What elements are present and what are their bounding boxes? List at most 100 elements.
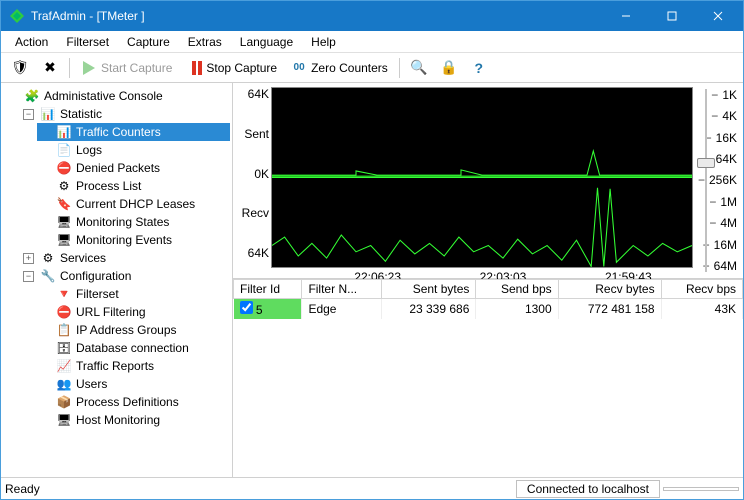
tree-configuration[interactable]: − 🔧 Configuration [21,267,230,285]
slider-tick: 4K [722,109,737,123]
col-send-bps[interactable]: Send bps [476,280,558,299]
close-button[interactable] [695,1,741,31]
tree-item[interactable]: 🖥Monitoring States [37,213,230,231]
titlebar[interactable]: TrafAdmin - [TMeter ] [1,1,743,31]
cell-sent-bytes: 23 339 686 [382,299,476,320]
tree-item[interactable]: ⛔Denied Packets [37,159,230,177]
network-x-icon: ✖ [42,60,58,76]
start-capture-button[interactable]: Start Capture [76,57,177,79]
tree-root[interactable]: 🧩 Administative Console [5,87,230,105]
row-checkbox[interactable] [240,301,253,314]
tree-item-label: Logs [76,143,102,157]
window-title: TrafAdmin - [TMeter ] [31,9,603,23]
menu-capture[interactable]: Capture [119,33,178,51]
chart-midline [272,177,692,178]
toolbar-divider [69,58,70,78]
toolbar-search-button[interactable]: 🔍 [406,57,432,79]
tree-item-icon: 🖥 [56,214,72,230]
tree-item-icon: 📊 [56,124,72,140]
tree-statistic[interactable]: − 📊 Statistic [21,105,230,123]
tree-item[interactable]: 🗄Database connection [37,339,230,357]
collapse-icon[interactable]: − [23,109,34,120]
play-icon [81,60,97,76]
tree-configuration-label: Configuration [60,269,131,283]
minimize-button[interactable] [603,1,649,31]
start-capture-label: Start Capture [101,61,172,75]
tree-item[interactable]: ⛔URL Filtering [37,303,230,321]
col-filter-id[interactable]: Filter Id [234,280,302,299]
col-filter-name[interactable]: Filter N... [302,280,382,299]
menubar: Action Filterset Capture Extras Language… [1,31,743,53]
cell-recv-bps: 43K [661,299,742,320]
table-row[interactable]: 5Edge23 339 6861300772 481 15843K [234,299,743,320]
cell-send-bps: 1300 [476,299,558,320]
tree-item-label: Host Monitoring [76,413,160,427]
y-sent-label: Sent [244,127,269,141]
tree-item-label: Process List [76,179,141,193]
tree-item[interactable]: 🖥Monitoring Events [37,231,230,249]
tree-item[interactable]: 📄Logs [37,141,230,159]
scale-slider[interactable]: 1K 4K 16K 64K 256K 1M 4M 16M 64M [697,83,743,278]
zero-icon [291,60,307,76]
console-icon: 🧩 [24,88,40,104]
col-sent-bytes[interactable]: Sent bytes [382,280,476,299]
toolbar-divider [399,58,400,78]
maximize-button[interactable] [649,1,695,31]
collapse-icon[interactable]: − [23,271,34,282]
stop-capture-button[interactable]: Stop Capture [181,57,282,79]
tree-item-label: Users [76,377,107,391]
expand-icon[interactable]: + [23,253,34,264]
tree-item[interactable]: 🖥Host Monitoring [37,411,230,429]
tree-item-icon: ⛔ [56,304,72,320]
toolbar-icon-1[interactable]: 🛡 [7,57,33,79]
chart-area: 64K Sent 0K Recv 64K [233,83,743,279]
y-axis-labels: 64K Sent 0K Recv 64K [233,83,271,278]
tree-item-icon: 📋 [56,322,72,338]
tree-services[interactable]: + ⚙ Services [21,249,230,267]
menu-filterset[interactable]: Filterset [58,33,117,51]
tree-item[interactable]: ⚙Process List [37,177,230,195]
traffic-chart[interactable] [271,87,693,268]
toolbar-icon-2[interactable]: ✖ [37,57,63,79]
tree-item-label: Traffic Reports [76,359,154,373]
slider-tick: 256K [709,173,737,187]
tree-root-label: Administative Console [44,89,163,103]
right-pane: 64K Sent 0K Recv 64K [233,83,743,477]
tree-services-label: Services [60,251,106,265]
slider-tick: 64K [716,152,737,166]
menu-action[interactable]: Action [7,33,56,51]
toolbar: 🛡 ✖ Start Capture Stop Capture Zero Coun… [1,53,743,83]
zero-counters-button[interactable]: Zero Counters [286,57,393,79]
tree-item-icon: 👥 [56,376,72,392]
col-recv-bytes[interactable]: Recv bytes [558,280,661,299]
col-recv-bps[interactable]: Recv bps [661,280,742,299]
tree-item[interactable]: 📋IP Address Groups [37,321,230,339]
tree-item-label: Monitoring Events [76,233,172,247]
nav-tree[interactable]: 🧩 Administative Console − 📊 Statistic 📊 T… [1,83,233,477]
help-icon: ? [471,60,487,76]
counters-table-wrap[interactable]: Filter Id Filter N... Sent bytes Send bp… [233,279,743,477]
tree-item[interactable]: 📊 Traffic Counters [37,123,230,141]
slider-tick: 1K [722,88,737,102]
slider-tick: 16K [716,131,737,145]
window-buttons [603,1,741,31]
expander-icon [7,91,18,102]
menu-language[interactable]: Language [232,33,301,51]
tree-item[interactable]: 🔻 Filterset [37,285,230,303]
slider-thumb[interactable] [697,158,715,168]
slider-tick: 1M [720,195,737,209]
tree-item[interactable]: 👥 Users [37,375,230,393]
menu-help[interactable]: Help [303,33,344,51]
cell-recv-bytes: 772 481 158 [558,299,661,320]
tree-item-label: Traffic Counters [76,125,161,139]
status-connection: Connected to localhost [516,480,660,498]
tree-item[interactable]: 🔖Current DHCP Leases [37,195,230,213]
tree-item[interactable]: 📈Traffic Reports [37,357,230,375]
toolbar-lock-button[interactable]: 🔒 [436,57,462,79]
tree-item[interactable]: 📦Process Definitions [37,393,230,411]
tree-item-icon: ⛔ [56,160,72,176]
toolbar-help-button[interactable]: ? [466,57,492,79]
tree-item-label: Filterset [76,287,119,301]
menu-extras[interactable]: Extras [180,33,230,51]
tree-item-icon: 🔻 [56,286,72,302]
